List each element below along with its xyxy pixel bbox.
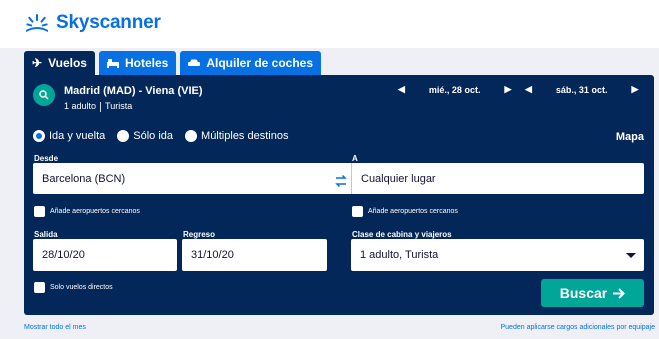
radio-unselected[interactable] [117, 130, 130, 142]
map-link[interactable]: Mapa [616, 131, 644, 143]
nearby-airports-from-label: Añade aeropuertos cercanos [50, 208, 140, 215]
tab-hotels[interactable]: Hoteles [98, 51, 177, 75]
tab-flights-label: Vuelos [48, 56, 87, 70]
cabin-travellers-select[interactable]: 1 adulto, Turista [351, 239, 644, 271]
outbound-date-nav: ◀ mié., 28 oct. ▶ [398, 84, 511, 95]
outbound-prev-arrow-icon[interactable]: ◀ [398, 84, 405, 95]
return-label: Regreso [183, 230, 216, 239]
search-icon [39, 90, 49, 100]
plane-icon: ✈ [32, 56, 43, 70]
return-prev-arrow-icon[interactable]: ◀ [525, 84, 532, 95]
cabin-summary: Turista [105, 101, 133, 111]
tab-car-hire[interactable]: Alquiler de coches [180, 51, 322, 75]
cabin-travellers-value: 1 adulto, Turista [360, 249, 439, 261]
product-tabs: ✈ Vuelos Hoteles Alquiler de coches [24, 51, 322, 75]
outbound-next-arrow-icon[interactable]: ▶ [504, 84, 511, 95]
to-label: A [352, 154, 358, 163]
radio-selected[interactable] [33, 130, 45, 142]
trip-type-return-label: Ida y vuelta [49, 130, 106, 142]
to-input[interactable]: Cualquier lugar [351, 163, 644, 194]
sunrise-logo-icon [26, 14, 48, 32]
from-input[interactable]: Barcelona (BCN) [33, 163, 351, 194]
tab-car-hire-label: Alquiler de coches [206, 56, 314, 70]
header-bar: Skyscanner [0, 0, 659, 48]
baggage-fees-link[interactable]: Pueden aplicarse cargos adicionales por … [501, 324, 656, 331]
travellers-summary: 1 adulto Turista [64, 101, 132, 112]
divider [100, 101, 102, 112]
tab-flights[interactable]: ✈ Vuelos [24, 51, 95, 75]
passengers-summary: 1 adulto [64, 101, 97, 111]
nearby-airports-to-label: Añade aeropuertos cercanos [368, 208, 458, 215]
direct-flights-label: Solo vuelos directos [50, 284, 113, 291]
trip-type-one-way-label: Sólo ida [133, 130, 174, 142]
trip-type-multi-city[interactable]: Múltiples destinos [185, 130, 288, 142]
trip-type-multi-city-label: Múltiples destinos [201, 130, 289, 142]
nearby-airports-to-checkbox[interactable]: Añade aeropuertos cercanos [352, 206, 458, 217]
search-button-label: Buscar [559, 285, 608, 301]
return-next-arrow-icon[interactable]: ▶ [631, 84, 638, 95]
from-label: Desde [34, 154, 59, 163]
outbound-date[interactable]: mié., 28 oct. [429, 85, 481, 95]
chevron-down-icon [626, 253, 636, 258]
cabin-travellers-label: Clase de cabina y viajeros [352, 230, 452, 239]
return-date-input[interactable]: 31/10/20 [182, 239, 327, 271]
trip-type-group: Ida y vuelta Sólo ida Múltiples destinos [33, 130, 288, 142]
checkbox-box[interactable] [34, 206, 45, 217]
flight-search-panel: Madrid (MAD) - Viena (VIE) 1 adulto Turis… [24, 75, 654, 315]
nearby-airports-from-checkbox[interactable]: Añade aeropuertos cercanos [34, 206, 140, 217]
route-summary: Madrid (MAD) - Viena (VIE) [64, 85, 203, 97]
return-date-nav: ◀ sáb., 31 oct. ▶ [525, 84, 638, 95]
checkbox-box[interactable] [352, 206, 363, 217]
depart-date-input[interactable]: 28/10/20 [33, 239, 177, 271]
direct-flights-checkbox[interactable]: Solo vuelos directos [34, 282, 113, 293]
edit-search-button[interactable] [33, 84, 55, 106]
brand-name: Skyscanner [56, 12, 161, 33]
skyscanner-logo[interactable]: Skyscanner [24, 12, 161, 34]
trip-type-one-way[interactable]: Sólo ida [117, 130, 173, 142]
depart-label: Salida [34, 230, 58, 239]
return-date[interactable]: sáb., 31 oct. [556, 85, 608, 95]
swap-icon[interactable] [334, 174, 348, 188]
trip-type-return[interactable]: Ida y vuelta [33, 130, 105, 142]
checkbox-box[interactable] [34, 282, 45, 293]
car-icon [188, 59, 201, 66]
tab-hotels-label: Hoteles [124, 56, 169, 70]
arrow-right-icon [613, 287, 626, 299]
bed-icon [106, 59, 119, 68]
radio-unselected[interactable] [185, 130, 198, 142]
show-whole-month-link[interactable]: Mostrar todo el mes [24, 324, 86, 331]
search-button[interactable]: Buscar [541, 279, 644, 307]
